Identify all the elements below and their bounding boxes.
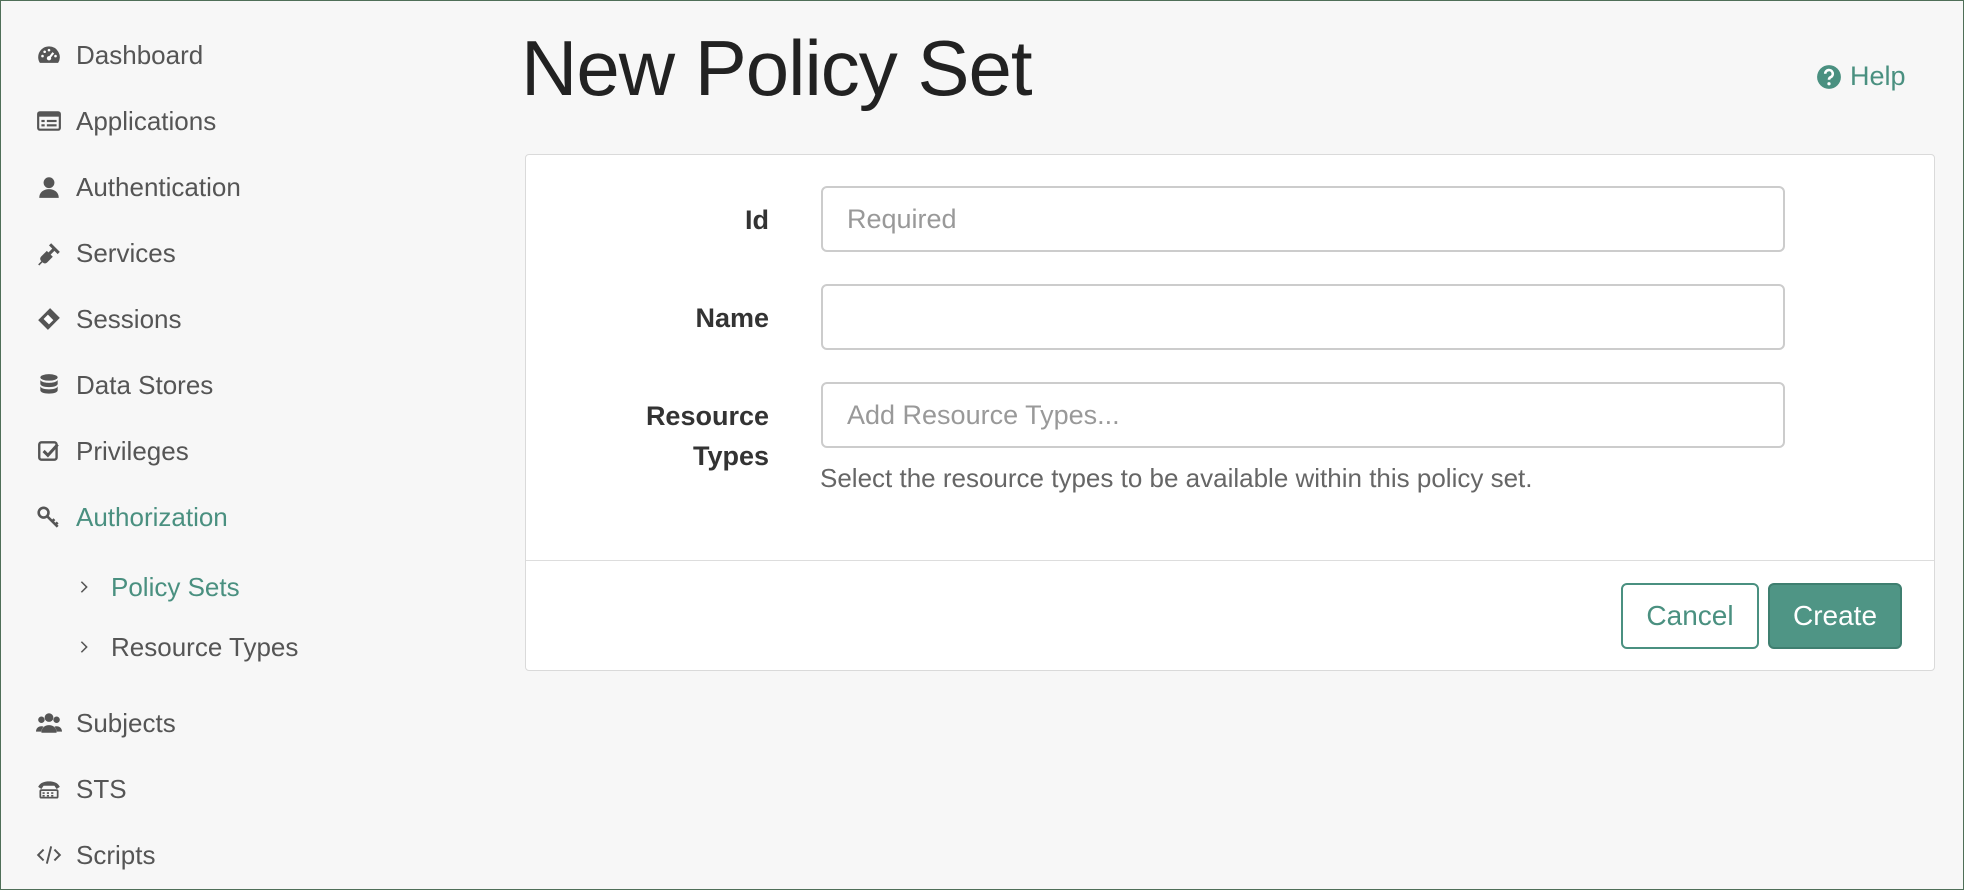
question-circle-icon: [1816, 64, 1842, 90]
resource-types-help-text: Select the resource types to be availabl…: [820, 463, 1533, 493]
checkbox-icon: [34, 436, 64, 466]
sidebar-item-label: Dashboard: [76, 39, 204, 70]
user-icon: [34, 172, 64, 202]
sidebar-item-label: Applications: [76, 105, 217, 136]
create-button[interactable]: Create: [1768, 583, 1902, 649]
chevron-right-icon: [77, 580, 97, 594]
plug-icon: [34, 238, 64, 268]
name-label: Name: [695, 303, 769, 333]
sidebar-item-label: Scripts: [76, 839, 156, 870]
sidebar-item-services[interactable]: Services: [34, 233, 176, 273]
sidebar-item-label: Services: [76, 237, 176, 268]
sidebar-subitem-policy-sets[interactable]: Policy Sets: [77, 567, 240, 607]
sidebar: Dashboard Applications Authentication Se…: [1, 1, 501, 889]
sidebar-item-sts[interactable]: STS: [34, 769, 127, 809]
resource-types-label-line2: Types: [692, 441, 769, 471]
sidebar-item-authorization[interactable]: Authorization: [34, 497, 228, 537]
applications-icon: [34, 106, 64, 136]
sidebar-item-label: STS: [76, 773, 127, 804]
sidebar-item-label: Authorization: [76, 501, 228, 532]
sidebar-item-sessions[interactable]: Sessions: [34, 299, 182, 339]
sidebar-item-label: Data Stores: [76, 369, 214, 400]
sidebar-subitem-label: Resource Types: [111, 631, 299, 662]
resource-types-input[interactable]: [821, 382, 1785, 448]
id-input[interactable]: [821, 186, 1785, 252]
sidebar-item-applications[interactable]: Applications: [34, 101, 216, 141]
sidebar-subitem-resource-types[interactable]: Resource Types: [77, 627, 298, 667]
panel-divider: [526, 560, 1934, 561]
code-icon: [34, 840, 64, 870]
sidebar-item-label: Subjects: [76, 707, 176, 738]
help-link[interactable]: Help: [1816, 61, 1906, 92]
help-label: Help: [1850, 61, 1906, 91]
chevron-right-icon: [77, 640, 97, 654]
sidebar-item-data-stores[interactable]: Data Stores: [34, 365, 213, 405]
sidebar-item-label: Authentication: [76, 171, 241, 202]
sidebar-item-dashboard[interactable]: Dashboard: [34, 35, 203, 75]
id-label: Id: [745, 205, 769, 235]
dashboard-icon: [34, 40, 64, 70]
page-title: New Policy Set: [521, 24, 1033, 112]
name-input[interactable]: [821, 284, 1785, 350]
database-icon: [34, 370, 64, 400]
sidebar-subitem-label: Policy Sets: [111, 571, 240, 602]
resource-types-label-line1: Resource: [645, 401, 769, 431]
sts-icon: [34, 774, 64, 804]
sidebar-item-authentication[interactable]: Authentication: [34, 167, 241, 207]
sidebar-item-privileges[interactable]: Privileges: [34, 431, 189, 471]
sidebar-item-label: Privileges: [76, 435, 189, 466]
users-icon: [34, 708, 64, 738]
app-window: Dashboard Applications Authentication Se…: [0, 0, 1964, 890]
ticket-icon: [34, 304, 64, 334]
sidebar-item-label: Sessions: [76, 303, 182, 334]
key-icon: [34, 502, 64, 532]
sidebar-item-scripts[interactable]: Scripts: [34, 835, 155, 875]
resource-types-label: Resource Types: [646, 396, 769, 476]
cancel-button[interactable]: Cancel: [1621, 583, 1759, 649]
sidebar-item-subjects[interactable]: Subjects: [34, 703, 176, 743]
policy-set-form-panel: Id Name Resource Types Select the resour…: [525, 154, 1935, 671]
